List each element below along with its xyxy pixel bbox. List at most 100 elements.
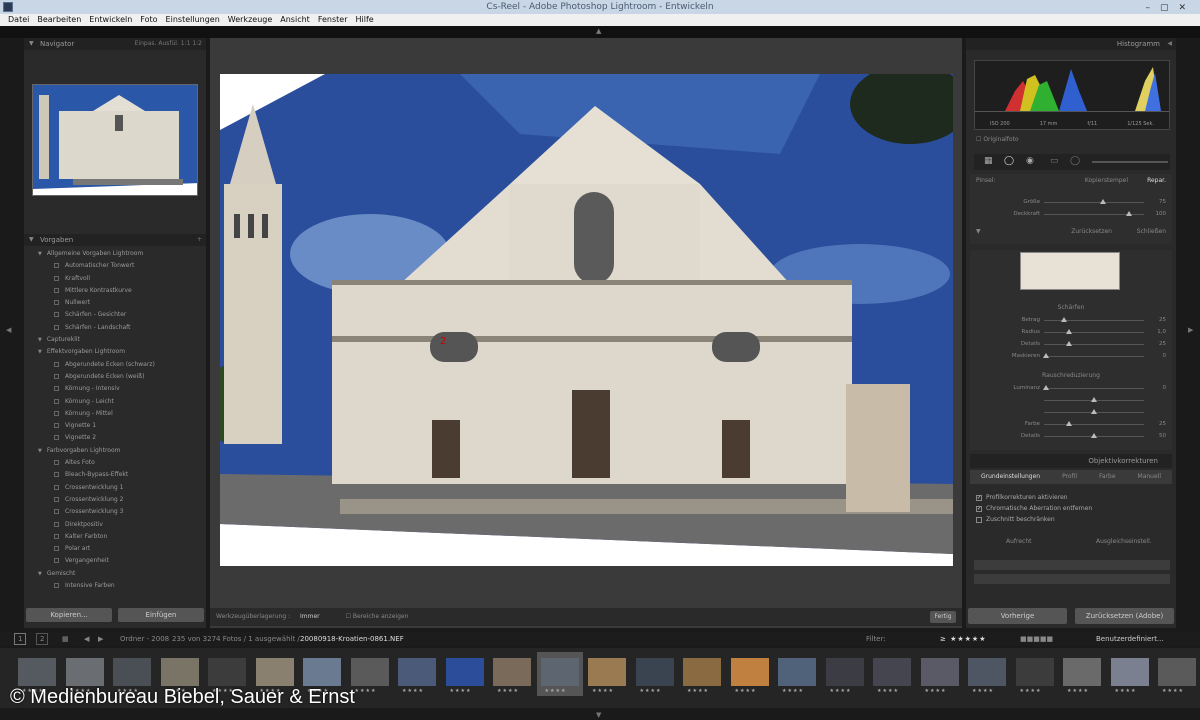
filmstrip-thumbnail[interactable]: ★★★★ [584, 652, 630, 696]
checkbox[interactable] [976, 516, 982, 523]
slider-unnamed[interactable] [970, 406, 1172, 418]
lens-corrections-header[interactable]: Objektivkorrekturen [970, 454, 1172, 468]
upright-settings[interactable]: Ausgleichseinstell. [1096, 538, 1152, 545]
slider-knob[interactable] [1066, 421, 1072, 426]
crop-tool-icon[interactable]: ▦ [984, 156, 993, 166]
filmstrip-thumbnail[interactable]: ★★★★ [1059, 652, 1105, 696]
preset-item[interactable]: Bleach-Bypass-Effekt [24, 469, 206, 481]
slider-unnamed[interactable] [970, 394, 1172, 406]
slider-luminanz[interactable]: Luminanz 0 [970, 382, 1172, 394]
lens-checkbox-row[interactable]: Zuschnitt beschränken [970, 514, 1170, 525]
paste-button[interactable]: Einfügen [118, 608, 204, 622]
lens-checkbox-row[interactable]: ✓ Profilkorrekturen aktivieren [970, 492, 1170, 503]
upright-buttons-row2[interactable] [974, 574, 1170, 584]
preset-item[interactable]: Kalter Farbton [24, 531, 206, 543]
checkbox[interactable]: ✓ [976, 494, 982, 501]
lens-tab-1[interactable]: Profil [1062, 470, 1077, 484]
preset-item[interactable]: Abgerundete Ecken (schwarz) [24, 359, 206, 371]
filmstrip-thumbnail[interactable]: ★★★★ [727, 652, 773, 696]
slider-track[interactable] [1044, 424, 1144, 425]
collapse-bottom-icon[interactable]: ▼ [596, 711, 601, 719]
show-spots-checkbox[interactable]: ☐ [346, 613, 351, 620]
slider-track[interactable] [1044, 388, 1144, 389]
menu-item-1[interactable]: Bearbeiten [37, 14, 81, 26]
slider-knob[interactable] [1043, 353, 1049, 358]
slider-track[interactable] [1044, 332, 1144, 333]
filmstrip-thumbnail[interactable]: ★★★★ [679, 652, 725, 696]
add-preset-icon[interactable]: + [197, 234, 202, 246]
menu-item-7[interactable]: Fenster [318, 14, 348, 26]
preset-folder[interactable]: ▼ Gemischt [24, 568, 206, 580]
folder-path[interactable]: Ordner - 2008 [120, 632, 169, 646]
preset-item[interactable]: Schärfen - Landschaft [24, 322, 206, 334]
grid-icon[interactable]: ▦ [62, 632, 69, 646]
preset-item[interactable]: Körnung - Leicht [24, 396, 206, 408]
main-photo[interactable]: 2 [220, 74, 953, 566]
opacity-slider[interactable]: Deckkraft 100 [970, 208, 1172, 220]
overlay-select[interactable]: Immer [300, 613, 320, 620]
radial-filter-icon[interactable]: ◯ [1070, 156, 1080, 166]
preset-item[interactable]: Crossentwicklung 3 [24, 506, 206, 518]
menu-item-5[interactable]: Werkzeuge [228, 14, 272, 26]
preset-item[interactable]: Crossentwicklung 1 [24, 482, 206, 494]
slider-maskieren[interactable]: Maskieren 0 [970, 350, 1172, 362]
lens-tab-3[interactable]: Manuell [1138, 470, 1161, 484]
slider-farbe[interactable]: Farbe 25 [970, 418, 1172, 430]
filmstrip-thumbnail[interactable]: ★★★★ [394, 652, 440, 696]
menu-item-8[interactable]: Hilfe [355, 14, 373, 26]
upright-buttons-row1[interactable] [974, 560, 1170, 570]
collapse-triangle-icon[interactable]: ▼ [29, 234, 34, 246]
preset-item[interactable]: Altes Foto [24, 457, 206, 469]
filmstrip-thumbnail[interactable]: ★★★★ [774, 652, 820, 696]
lens-tab-2[interactable]: Farbe [1099, 470, 1116, 484]
filmstrip-thumbnail[interactable]: ★★★★ [442, 652, 488, 696]
size-slider[interactable]: Größe 75 [970, 196, 1172, 208]
slider-knob[interactable] [1066, 329, 1072, 334]
filmstrip-thumbnail[interactable]: ★★★★ [822, 652, 868, 696]
preset-folder[interactable]: ▼ Allgemeine Vorgaben Lightroom [24, 248, 206, 260]
previous-button[interactable]: Vorherige [968, 608, 1067, 624]
preset-item[interactable]: Vergangenheit [24, 555, 206, 567]
filmstrip-thumbnail[interactable]: ★★★★ [1012, 652, 1058, 696]
navigator-preview[interactable] [32, 84, 198, 196]
slider-knob[interactable] [1066, 341, 1072, 346]
preset-item[interactable]: Vignette 1 [24, 420, 206, 432]
preset-folder[interactable]: ▼ Captureklit [24, 334, 206, 346]
slider-track[interactable] [1044, 356, 1144, 357]
red-eye-icon[interactable]: ◉ [1026, 156, 1034, 166]
filmstrip-thumbnail[interactable]: ★★★★ [869, 652, 915, 696]
expand-left-icon[interactable]: ◀ [6, 326, 11, 334]
reset-button[interactable]: Zurücksetzen (Adobe) [1075, 608, 1174, 624]
slider-radius[interactable]: Radius 1,0 [970, 326, 1172, 338]
filmstrip-thumbnail[interactable]: ★★★★ [964, 652, 1010, 696]
preset-item[interactable]: Kraftvoll [24, 273, 206, 285]
preset-item[interactable]: Abgerundete Ecken (weiß) [24, 371, 206, 383]
filmstrip-thumbnail[interactable]: ★★★★ [917, 652, 963, 696]
slider-knob[interactable] [1061, 317, 1067, 322]
close-link[interactable]: Schließen [1137, 226, 1166, 238]
reset-link[interactable]: Zurücksetzen [1071, 226, 1112, 238]
adjustment-brush-slider[interactable] [1092, 161, 1168, 163]
graduated-filter-icon[interactable]: ▭ [1050, 156, 1059, 166]
preset-item[interactable]: Vignette 2 [24, 432, 206, 444]
heal-mode[interactable]: Repar. [1147, 174, 1166, 188]
slider-details[interactable]: Details 25 [970, 338, 1172, 350]
expand-right-icon[interactable]: ▶ [1188, 326, 1193, 334]
filmstrip-thumbnail[interactable]: ★★★★ [489, 652, 535, 696]
menu-item-0[interactable]: Datei [8, 14, 29, 26]
done-button[interactable]: Fertig [930, 611, 956, 623]
slider-details[interactable]: Details 50 [970, 430, 1172, 442]
presets-header[interactable]: ▼ Vorgaben + [24, 234, 206, 246]
slider-knob[interactable] [1091, 397, 1097, 402]
selected-filename[interactable]: 20080918-Kroatien-0861.NEF [300, 632, 404, 646]
menu-item-6[interactable]: Ansicht [280, 14, 310, 26]
top-panel-strip[interactable]: ▲ [0, 26, 1200, 38]
preset-item[interactable]: Schärfen - Gesichter [24, 309, 206, 321]
navigator-header[interactable]: ▼ Navigator Einpas. Ausfül. 1:1 1:2 [24, 38, 206, 50]
filmstrip-thumbnail[interactable]: ★★★★ [632, 652, 678, 696]
slider-knob[interactable] [1091, 433, 1097, 438]
page-1-button[interactable]: 1 [14, 633, 27, 645]
preset-item[interactable]: Mittlere Kontrastkurve [24, 285, 206, 297]
preset-item[interactable]: Intensive Farben [24, 580, 206, 592]
filmstrip-thumbnail[interactable]: ★★★★ [1154, 652, 1200, 696]
